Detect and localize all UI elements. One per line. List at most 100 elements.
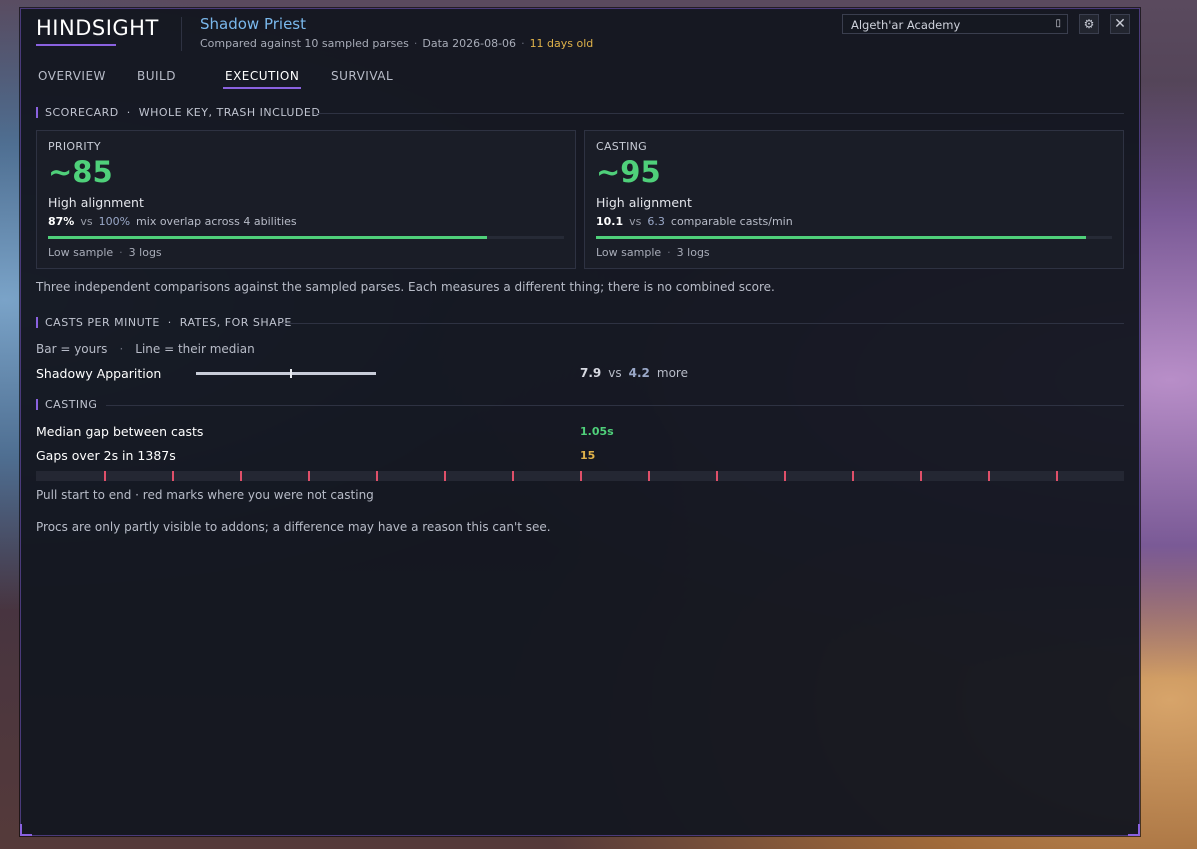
log-count: 3 logs (676, 246, 710, 259)
reference-value: 100% (98, 215, 131, 228)
card-score: ~85 (48, 155, 113, 189)
window-corner-bottom-left (20, 824, 32, 836)
section-marker (36, 317, 38, 328)
your-cpm: 7.9 (580, 366, 602, 380)
dungeon-dropdown[interactable]: Algeth'ar Academy ▯ (842, 14, 1068, 34)
card-verdict: High alignment (596, 195, 692, 210)
cpm-direction: more (656, 366, 688, 380)
gap-mark (784, 471, 786, 481)
priority-card: PRIORITY ~85 High alignment 87% vs 100% mix… (36, 130, 576, 269)
ability-name: Shadowy Apparition (36, 366, 162, 381)
gap-mark (104, 471, 106, 481)
casting-heading: CASTING (36, 398, 1124, 412)
card-verdict: High alignment (48, 195, 144, 210)
cpm-values: 7.9 vs 4.2 more (580, 366, 688, 380)
vs-text: vs (80, 215, 93, 228)
title-underline (36, 44, 116, 46)
score-fill (596, 236, 1087, 239)
tab-execution[interactable]: EXECUTION (222, 69, 302, 89)
metric-label: Gaps over 2s in 1387s (36, 448, 176, 463)
section-marker (36, 107, 38, 118)
gear-icon: ⚙ (1083, 17, 1095, 31)
your-value: 87% (48, 215, 75, 228)
card-detail: 10.1 vs 6.3 comparable casts/min (596, 215, 793, 228)
section-title: SCORECARD · WHOLE KEY, TRASH INCLUDED (45, 106, 321, 119)
gap-mark (172, 471, 174, 481)
cpm-bar-yours (196, 372, 376, 375)
close-button[interactable]: ✕ (1110, 14, 1130, 34)
vs-text: vs (608, 366, 622, 380)
dropdown-icon: ▯ (1055, 18, 1061, 29)
app-title: HINDSIGHT (36, 16, 159, 40)
gap-mark (308, 471, 310, 481)
sample-text: Low sample (596, 246, 662, 259)
metric-label: Median gap between casts (36, 424, 204, 439)
gap-mark (920, 471, 922, 481)
spec-name: Shadow Priest (200, 15, 306, 33)
section-rule (106, 405, 1124, 406)
score-fill (48, 236, 487, 239)
casting-card: CASTING ~95 High alignment 10.1 vs 6.3 comp… (584, 130, 1124, 269)
gap-mark (376, 471, 378, 481)
legend-bar: Bar = yours (36, 342, 108, 356)
data-age: 11 days old (529, 37, 594, 50)
card-footer: Low sample · 3 logs (596, 246, 710, 259)
card-label: CASTING (596, 140, 648, 153)
close-icon: ✕ (1114, 16, 1126, 32)
comparison-info: Compared against 10 sampled parses · Data … (200, 37, 593, 50)
card-label: PRIORITY (48, 140, 101, 153)
procs-disclaimer: Procs are only partly visible to addons;… (36, 520, 551, 534)
section-title: CASTS PER MINUTE · RATES, FOR SHAPE (45, 316, 292, 329)
detail-text: mix overlap across 4 abilities (136, 215, 297, 228)
card-score: ~95 (596, 155, 661, 189)
cpm-bar-track (196, 369, 376, 378)
reference-value: 6.3 (647, 215, 665, 228)
metric-value: 1.05s (580, 425, 614, 438)
metric-value: 15 (580, 449, 596, 462)
cpm-median-line (290, 369, 293, 378)
cpm-heading: CASTS PER MINUTE · RATES, FOR SHAPE (36, 316, 1124, 330)
section-marker (36, 399, 38, 410)
timeline-caption: Pull start to end · red marks where you … (36, 488, 374, 502)
section-rule (282, 323, 1124, 324)
header-divider (181, 17, 182, 51)
card-detail: 87% vs 100% mix overlap across 4 abilities (48, 215, 297, 228)
sample-text: Low sample (48, 246, 114, 259)
separator: · (413, 37, 418, 50)
detail-text: comparable casts/min (670, 215, 793, 228)
log-count: 3 logs (128, 246, 162, 259)
median-cpm: 4.2 (628, 366, 650, 380)
cpm-legend: Bar = yours · Line = their median (36, 342, 255, 356)
resize-handle[interactable] (1128, 824, 1140, 836)
section-rule (314, 113, 1124, 114)
score-track (48, 236, 564, 239)
separator: · (521, 37, 525, 50)
casting-timeline (36, 471, 1124, 481)
card-footer: Low sample · 3 logs (48, 246, 162, 259)
tab-build[interactable]: BUILD (137, 69, 176, 83)
tab-survival[interactable]: SURVIVAL (331, 69, 393, 83)
gap-mark (716, 471, 718, 481)
legend-line: Line = their median (135, 342, 255, 356)
tab-overview[interactable]: OVERVIEW (38, 69, 106, 83)
score-track (596, 236, 1112, 239)
scorecard-note: Three independent comparisons against th… (36, 280, 775, 294)
gap-mark (1056, 471, 1058, 481)
gap-mark (580, 471, 582, 481)
dungeon-value: Algeth'ar Academy (851, 18, 961, 32)
section-title: CASTING (45, 398, 98, 411)
data-date: Data 2026-08-06 (422, 37, 517, 50)
your-value: 10.1 (596, 215, 624, 228)
gap-mark (444, 471, 446, 481)
compared-text: Compared against 10 sampled parses (200, 37, 409, 50)
gap-mark (988, 471, 990, 481)
settings-button[interactable]: ⚙ (1079, 14, 1099, 34)
separator: · (667, 246, 671, 259)
gap-mark (512, 471, 514, 481)
gap-mark (852, 471, 854, 481)
gap-mark (240, 471, 242, 481)
vs-text: vs (629, 215, 642, 228)
hindsight-window: HINDSIGHT Shadow Priest Compared against… (20, 8, 1140, 836)
separator: · (119, 246, 123, 259)
scorecard-heading: SCORECARD · WHOLE KEY, TRASH INCLUDED (36, 106, 1124, 120)
